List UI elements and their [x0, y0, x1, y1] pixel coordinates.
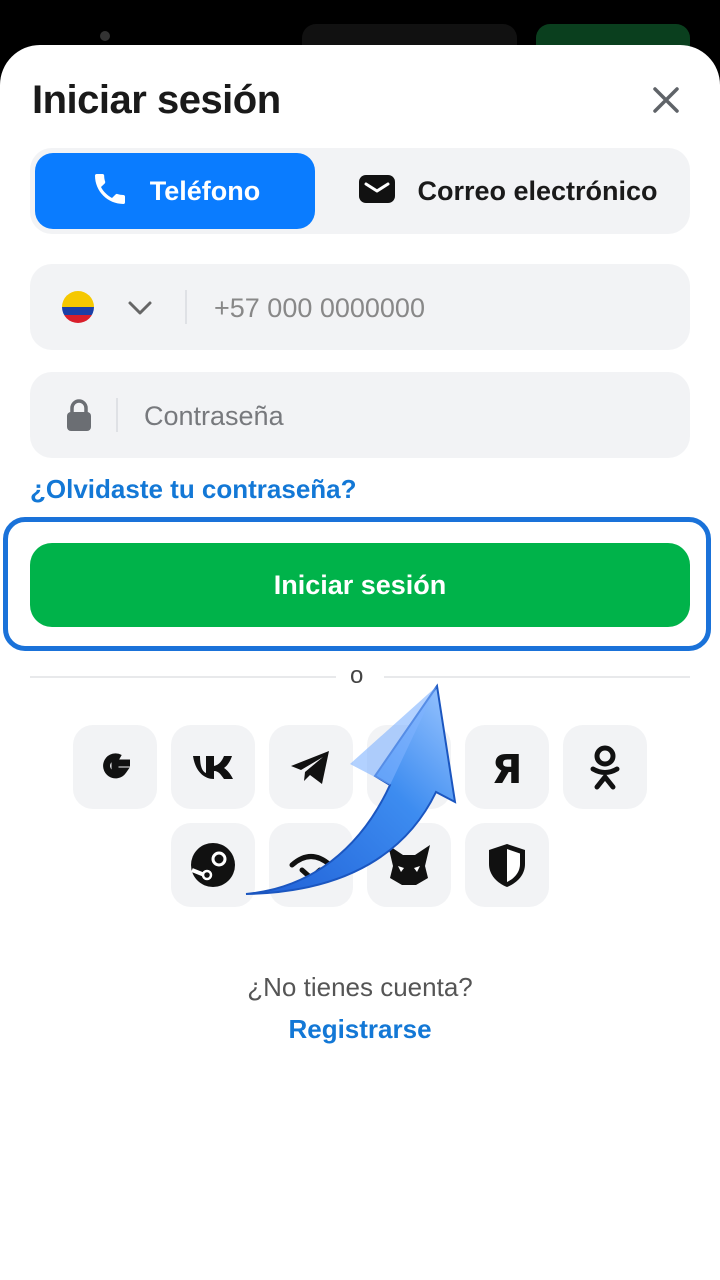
telegram-icon	[291, 751, 329, 784]
no-account-text: ¿No tienes cuenta?	[247, 972, 473, 1002]
password-field	[30, 372, 690, 460]
mailru-login-button[interactable]	[367, 725, 451, 809]
colombia-flag-icon[interactable]	[62, 291, 94, 323]
divider-left	[30, 676, 336, 678]
metamask-login-button[interactable]	[367, 823, 451, 907]
register-link[interactable]: Registrarse	[0, 1014, 720, 1045]
metamask-icon	[388, 845, 430, 885]
close-icon[interactable]	[646, 80, 686, 120]
login-method-tabs: Teléfono Correo electrónico	[30, 148, 690, 234]
yandex-login-button[interactable]: Я	[465, 725, 549, 809]
google-login-button[interactable]	[73, 725, 157, 809]
steam-icon	[191, 843, 235, 887]
phone-field	[30, 264, 690, 352]
google-icon	[103, 753, 130, 779]
tab-phone-label: Teléfono	[149, 175, 261, 206]
password-input[interactable]	[142, 372, 676, 460]
field-separator	[116, 398, 118, 432]
wallet-icon	[289, 854, 333, 881]
phone-input[interactable]	[212, 264, 676, 352]
divider-right	[384, 676, 690, 678]
email-icon	[357, 169, 397, 214]
phone-icon	[90, 169, 130, 214]
tab-email-label: Correo electrónico	[417, 175, 658, 206]
steam-login-button[interactable]	[171, 823, 255, 907]
wallet-login-button[interactable]	[269, 823, 353, 907]
lock-icon	[64, 398, 94, 432]
vk-login-button[interactable]	[171, 725, 255, 809]
divider-text: o	[350, 662, 364, 689]
field-separator	[185, 290, 187, 324]
svg-text:Я: Я	[492, 747, 523, 792]
yandex-icon: Я	[492, 747, 523, 792]
telegram-login-button[interactable]	[269, 725, 353, 809]
login-button[interactable]: Iniciar sesión	[30, 543, 690, 627]
tab-email[interactable]: Correo electrónico	[330, 153, 685, 229]
mailru-icon	[385, 743, 433, 791]
chevron-down-icon[interactable]	[126, 294, 154, 322]
forgot-password-link[interactable]: ¿Olvidaste tu contraseña?	[30, 474, 357, 505]
ok-login-button[interactable]	[563, 725, 647, 809]
tab-phone[interactable]: Teléfono	[35, 153, 315, 229]
shield-icon	[489, 844, 525, 887]
shield-login-button[interactable]	[465, 823, 549, 907]
ok-icon	[590, 745, 620, 790]
vk-icon	[193, 756, 233, 779]
camera-dot	[100, 31, 110, 41]
page-title: Iniciar sesión	[32, 78, 281, 122]
